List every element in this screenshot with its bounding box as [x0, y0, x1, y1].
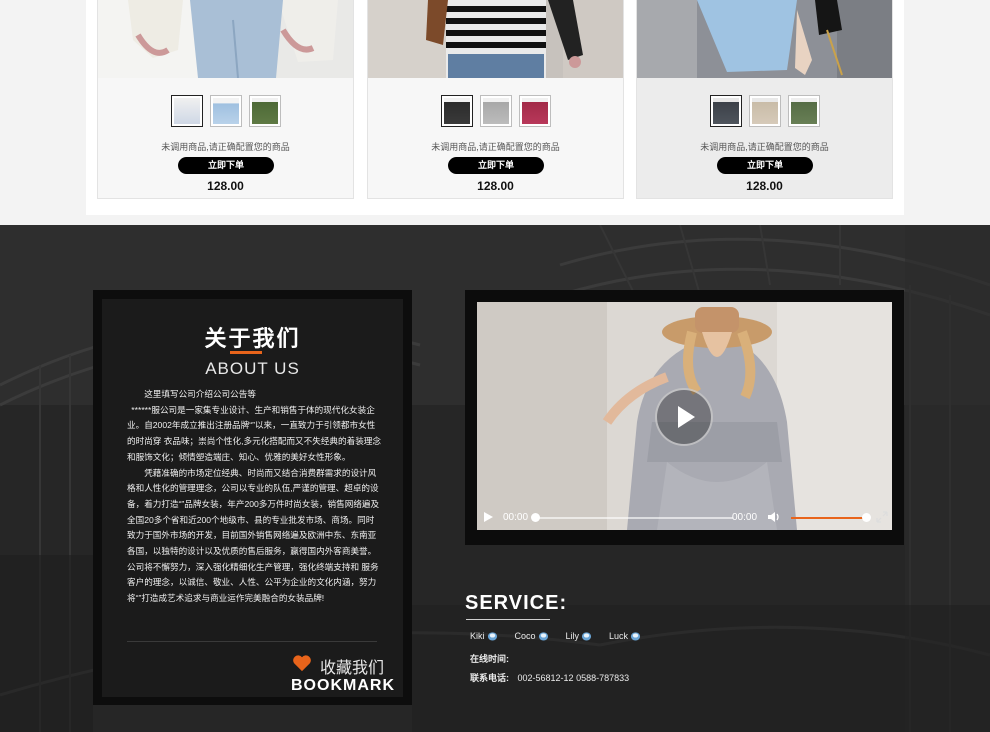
- current-time: 00:00: [503, 512, 529, 523]
- video-frame: 00:00 00:00: [465, 290, 904, 545]
- duration: 00:00: [732, 512, 758, 523]
- agent-coco[interactable]: Coco: [515, 631, 549, 641]
- service-title: SERVICE:: [465, 592, 568, 614]
- product-card[interactable]: 未调用商品,请正确配置您的商品 立即下单 128.00: [97, 0, 354, 199]
- qq-icon: [487, 632, 497, 641]
- product-price: 128.00: [207, 179, 244, 193]
- video-controls: 00:00 00:00: [477, 505, 892, 530]
- swatch-green[interactable]: [248, 95, 281, 127]
- online-time-label: 在线时间:: [470, 654, 509, 664]
- swatch-red[interactable]: [518, 95, 551, 127]
- agent-name: Luck: [609, 631, 629, 641]
- play-button[interactable]: [655, 388, 713, 446]
- online-time-row: 在线时间:: [470, 652, 509, 665]
- about-text: 这里填写公司介绍公司公告等 ******服公司是一家集专业设计、生产和销售于体的…: [127, 387, 381, 607]
- color-swatches: [98, 95, 353, 127]
- product-photo[interactable]: [98, 0, 353, 78]
- swatch-green[interactable]: [787, 95, 820, 127]
- bookmark-label[interactable]: 收藏我们: [320, 654, 384, 678]
- service-agents: Kiki Coco Lily Luck: [470, 631, 658, 641]
- volume-icon[interactable]: [767, 510, 781, 524]
- fullscreen-icon[interactable]: [876, 511, 888, 523]
- about-inner: 关于我们 ABOUT US 这里填写公司介绍公司公告等 ******服公司是一家…: [102, 299, 403, 697]
- product-note: 未调用商品,请正确配置您的商品: [161, 142, 290, 152]
- volume-bar[interactable]: [791, 517, 866, 519]
- phone-label: 联系电话:: [470, 673, 509, 683]
- page: 未调用商品,请正确配置您的商品 立即下单 128.00 未调用商品,请正确配置您…: [0, 0, 990, 732]
- bookmark-label-en[interactable]: BOOKMARK: [291, 677, 395, 695]
- buy-now-button[interactable]: 立即下单: [717, 157, 813, 174]
- product-photo[interactable]: [368, 0, 623, 78]
- color-swatches: [637, 95, 892, 127]
- volume-handle[interactable]: [862, 513, 871, 522]
- swatch-dark[interactable]: [709, 95, 742, 127]
- about-paragraph: 这里填写公司介绍公司公告等: [144, 389, 256, 399]
- heart-icon[interactable]: [292, 654, 312, 672]
- divider: [127, 641, 377, 642]
- about-box: 关于我们 ABOUT US 这里填写公司介绍公司公告等 ******服公司是一家…: [93, 290, 412, 705]
- product-price: 128.00: [746, 179, 783, 193]
- swatch-white[interactable]: [170, 95, 203, 127]
- agent-name: Coco: [514, 631, 536, 641]
- service-underline: [466, 619, 550, 620]
- progress-bar[interactable]: [535, 517, 733, 519]
- qq-icon: [582, 632, 592, 641]
- about-paragraph: 凭藉准确的市场定位经典、时尚而又结合消费群需求的设计风格和人性化的管理理念，公司…: [127, 467, 380, 604]
- swatch-black[interactable]: [440, 95, 473, 127]
- agent-kiki[interactable]: Kiki: [470, 631, 498, 641]
- title-underline: [230, 351, 262, 354]
- swatch-beige[interactable]: [748, 95, 781, 127]
- swatch-blue[interactable]: [209, 95, 242, 127]
- progress-handle[interactable]: [531, 513, 540, 522]
- product-photo[interactable]: [637, 0, 892, 78]
- agent-luck[interactable]: Luck: [609, 631, 641, 641]
- product-section: 未调用商品,请正确配置您的商品 立即下单 128.00 未调用商品,请正确配置您…: [0, 0, 990, 225]
- about-subtitle: ABOUT US: [205, 359, 300, 378]
- agent-lily[interactable]: Lily: [566, 631, 593, 641]
- agent-name: Lily: [565, 631, 580, 641]
- qq-icon: [538, 632, 548, 641]
- product-card[interactable]: 未调用商品,请正确配置您的商品 立即下单 128.00: [367, 0, 624, 199]
- color-swatches: [368, 95, 623, 127]
- video-player[interactable]: 00:00 00:00: [477, 302, 892, 530]
- product-panel: 未调用商品,请正确配置您的商品 立即下单 128.00 未调用商品,请正确配置您…: [86, 0, 904, 215]
- phone-row: 联系电话: 002-56812-12 0588-787833: [470, 671, 629, 684]
- qq-icon: [631, 632, 641, 641]
- play-icon[interactable]: [482, 511, 494, 523]
- product-note: 未调用商品,请正确配置您的商品: [431, 142, 560, 152]
- buy-now-button[interactable]: 立即下单: [178, 157, 274, 174]
- buy-now-button[interactable]: 立即下单: [448, 157, 544, 174]
- swatch-grey[interactable]: [479, 95, 512, 127]
- agent-name: Kiki: [470, 631, 485, 641]
- play-icon: [678, 406, 695, 428]
- product-note: 未调用商品,请正确配置您的商品: [700, 142, 829, 152]
- about-paragraph: ******服公司是一家集专业设计、生产和销售于体的现代化女装企业。自2002年…: [127, 404, 381, 462]
- product-card[interactable]: 未调用商品,请正确配置您的商品 立即下单 128.00: [636, 0, 893, 199]
- phone-value: 002-56812-12 0588-787833: [517, 673, 630, 683]
- about-title: 关于我们: [204, 326, 301, 351]
- product-price: 128.00: [477, 179, 514, 193]
